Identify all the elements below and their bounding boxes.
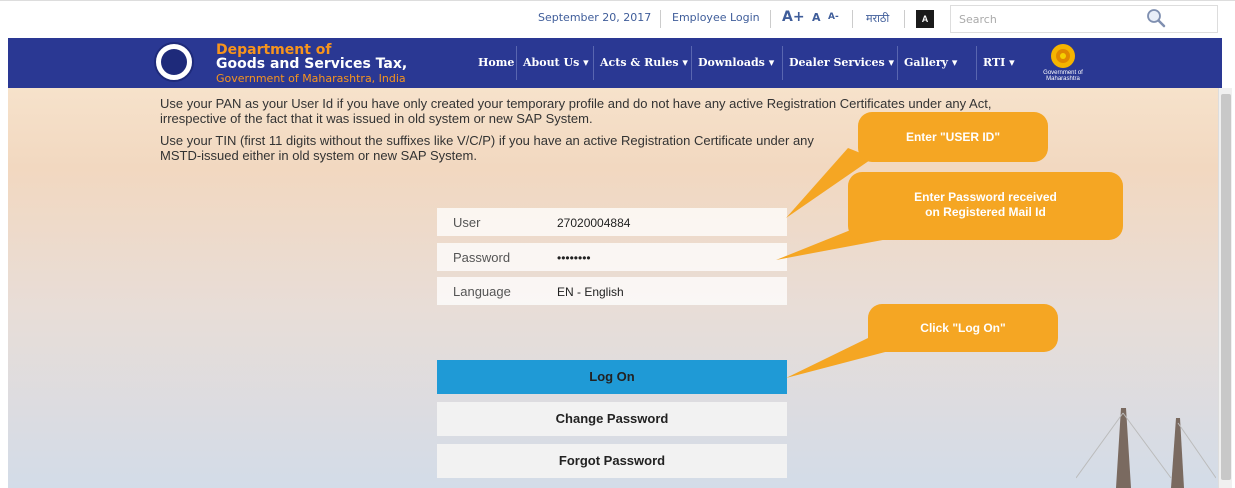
brand-title-line2: Goods and Services Tax, [216,56,408,72]
nav-downloads[interactable]: Downloads ▾ [698,56,774,69]
page-scrollbar[interactable] [1218,88,1232,488]
nav-acts-rules[interactable]: Acts & Rules ▾ [600,56,688,69]
divider [770,10,771,28]
contrast-toggle-button[interactable]: A [916,10,934,28]
department-logo-icon[interactable] [154,42,194,82]
login-panel: Use your PAN as your User Id if you have… [8,88,1218,488]
marathi-language-link[interactable]: मराठी [866,11,889,26]
government-emblem-icon [1051,44,1075,68]
font-normal-button[interactable]: A [812,11,821,24]
employee-login-link[interactable]: Employee Login [672,11,760,24]
font-decrease-button[interactable]: A- [828,12,839,22]
nav-home[interactable]: Home [478,56,514,69]
nav-divider [976,46,977,80]
password-callout-line1: Enter Password received [914,190,1057,204]
search-icon[interactable] [1146,8,1166,28]
page: September 20, 2017 Employee Login A+ A A… [0,0,1235,488]
password-callout-line2: on Registered Mail Id [925,205,1046,219]
nav-rti[interactable]: RTI ▾ [983,56,1015,69]
nav-divider [516,46,517,80]
logon-callout: Click "Log On" [868,304,1058,352]
password-callout: Enter Password received on Registered Ma… [848,172,1123,240]
government-emblem-caption: Government of Maharashtra [1043,70,1083,82]
divider [904,10,905,28]
main-navbar: Department of Goods and Services Tax, Go… [8,38,1222,88]
font-increase-button[interactable]: A+ [782,9,805,25]
nav-dealer-services[interactable]: Dealer Services ▾ [789,56,894,69]
nav-divider [897,46,898,80]
divider [852,10,853,28]
nav-divider [691,46,692,80]
scrollbar-thumb[interactable] [1221,94,1231,480]
nav-divider [593,46,594,80]
search-box [950,5,1218,33]
divider [660,10,661,28]
logon-callout-text: Click "Log On" [920,321,1006,335]
utility-bar: September 20, 2017 Employee Login A+ A A… [0,0,1235,38]
nav-divider [782,46,783,80]
user-id-callout-text: Enter "USER ID" [905,130,1001,144]
brand-subtitle: Government of Maharashtra, India [216,72,406,85]
user-id-callout: Enter "USER ID" [858,112,1048,162]
logo-emblem-icon [161,49,187,75]
nav-about-us[interactable]: About Us ▾ [523,56,589,69]
current-date: September 20, 2017 [538,11,652,24]
search-input[interactable] [959,11,1139,27]
nav-gallery[interactable]: Gallery ▾ [904,56,957,69]
